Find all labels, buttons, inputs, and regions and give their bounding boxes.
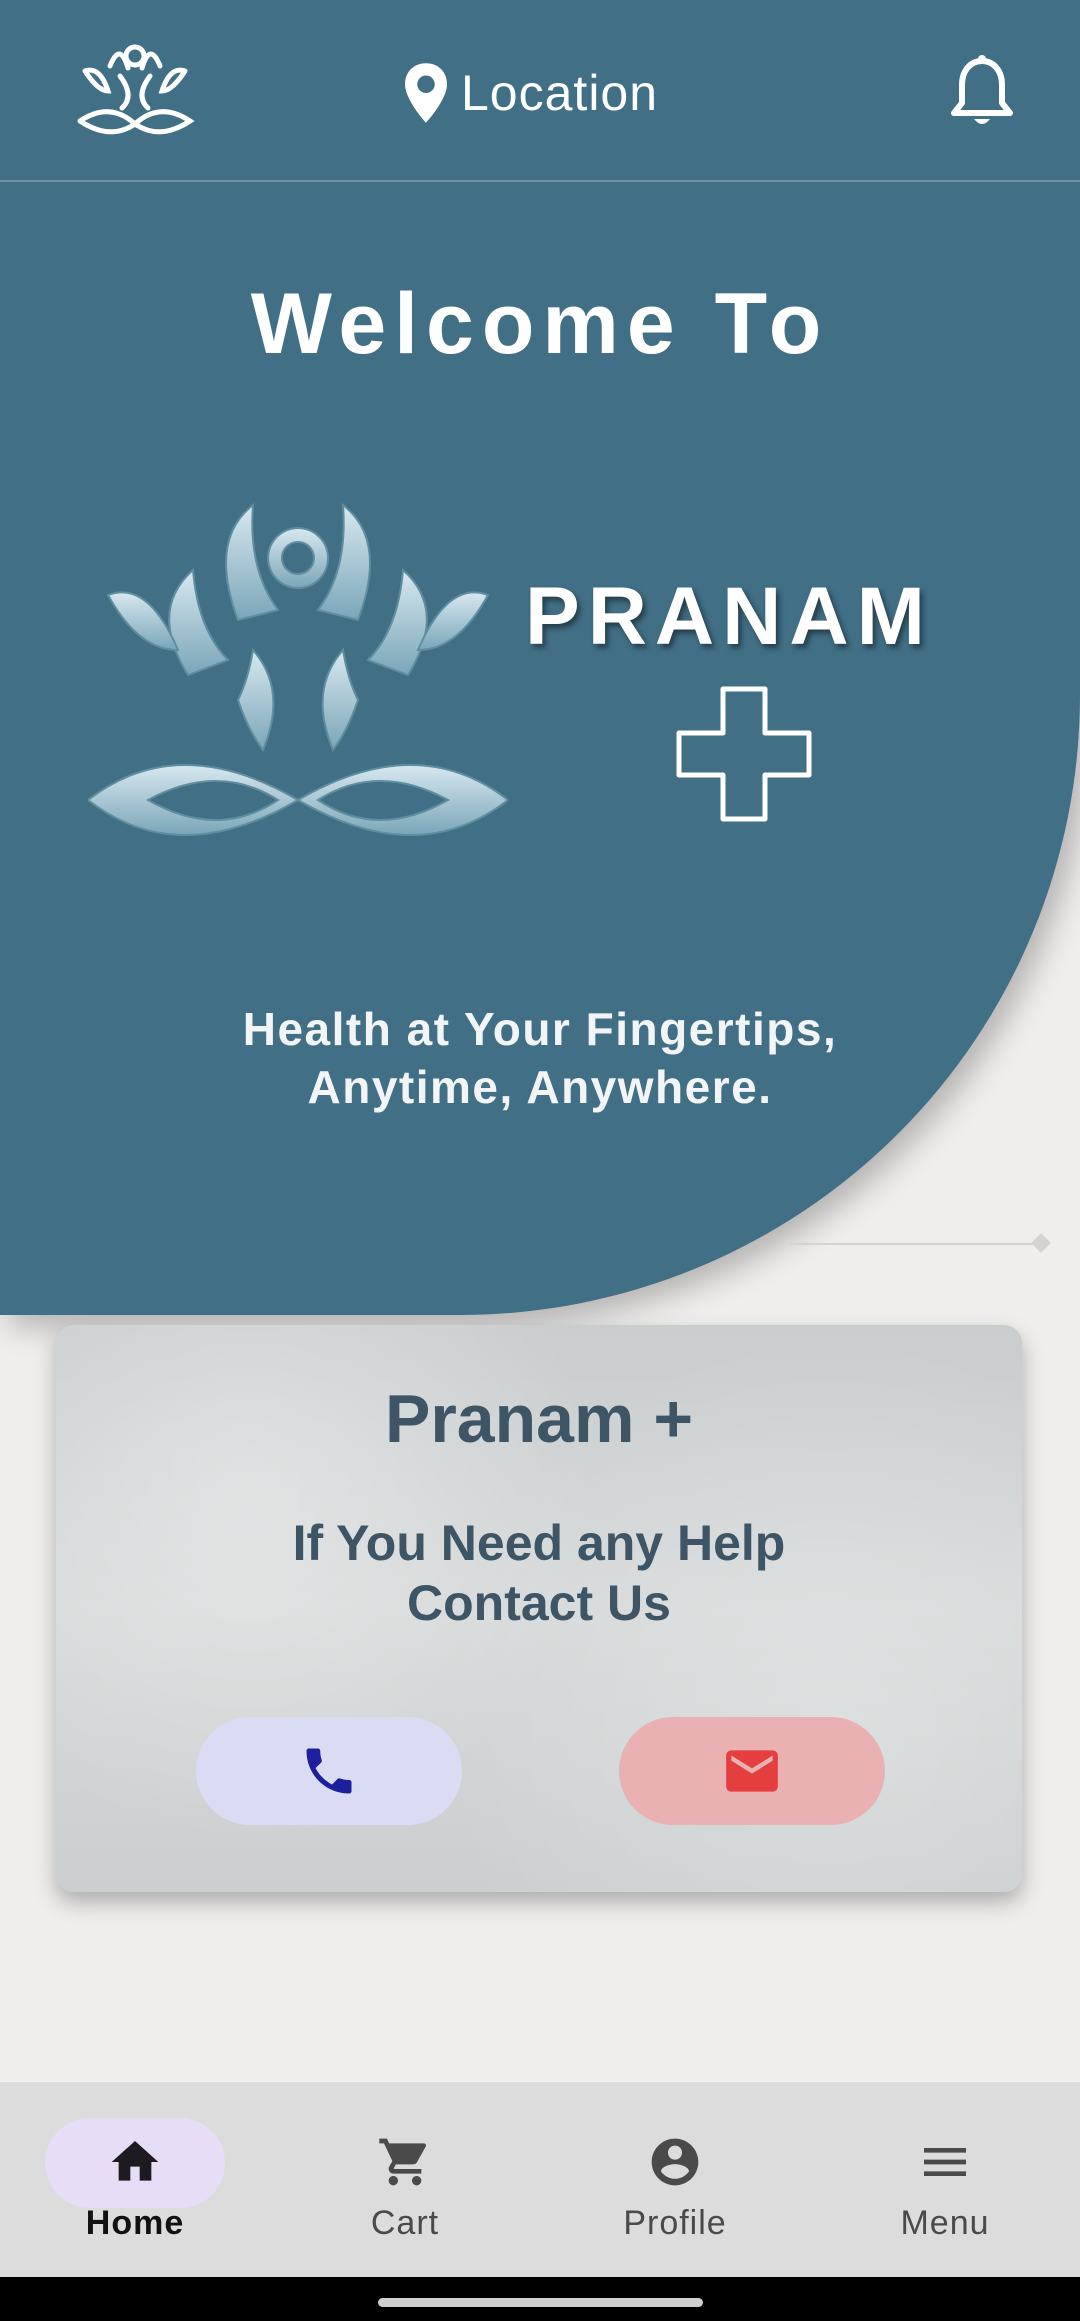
- contact-card: Pranam + If You Need any Help Contact Us: [56, 1325, 1022, 1892]
- welcome-heading: Welcome To: [250, 276, 830, 372]
- card-subtitle-line-2: Contact Us: [407, 1575, 671, 1631]
- tagline-line-1: Health at Your Fingertips,: [242, 1003, 838, 1055]
- mail-icon: [726, 1750, 778, 1792]
- nav-item-cart[interactable]: Cart: [270, 2082, 540, 2277]
- meditation-figure-logo: [88, 502, 508, 836]
- tagline-line-2: Anytime, Anywhere.: [307, 1061, 773, 1113]
- profile-icon: [651, 2138, 699, 2186]
- tagline: Health at Your Fingertips, Anytime, Anyw…: [0, 1000, 1080, 1116]
- card-subtitle-line-1: If You Need any Help: [292, 1515, 786, 1571]
- section-divider: [790, 1243, 1040, 1245]
- email-button[interactable]: [619, 1717, 885, 1825]
- location-pin-icon: [405, 63, 447, 123]
- divider-ornament: [1031, 1233, 1051, 1253]
- top-app-bar: Location: [0, 0, 1080, 182]
- card-title: Pranam +: [384, 1381, 694, 1457]
- nav-item-home[interactable]: Home: [0, 2082, 270, 2277]
- nav-label-profile: Profile: [623, 2204, 727, 2242]
- phone-icon: [306, 1748, 352, 1794]
- call-button[interactable]: [196, 1717, 462, 1825]
- notification-bell-icon[interactable]: [950, 55, 1014, 130]
- home-gesture-handle[interactable]: [378, 2298, 703, 2307]
- nav-item-profile[interactable]: Profile: [540, 2082, 810, 2277]
- nav-label-home: Home: [85, 2204, 185, 2242]
- nav-item-menu[interactable]: Menu: [810, 2082, 1080, 2277]
- plus-cross-icon: [676, 686, 812, 822]
- hero-banner: Location Welcome To PRANAM Health at You…: [0, 0, 1080, 1315]
- brand-name: PRANAM: [525, 571, 933, 662]
- nav-label-menu: Menu: [900, 2204, 990, 2242]
- card-subtitle: If You Need any Help Contact Us: [56, 1513, 1022, 1633]
- cart-icon: [379, 2138, 426, 2186]
- nav-label-cart: Cart: [370, 2204, 440, 2242]
- lotus-logo-icon[interactable]: [70, 36, 200, 146]
- home-icon: [111, 2141, 159, 2181]
- bottom-navigation: Home Cart Profile Menu: [0, 2082, 1080, 2277]
- location-label: Location: [461, 65, 659, 121]
- menu-icon: [924, 2148, 966, 2176]
- location-selector[interactable]: Location: [405, 58, 658, 128]
